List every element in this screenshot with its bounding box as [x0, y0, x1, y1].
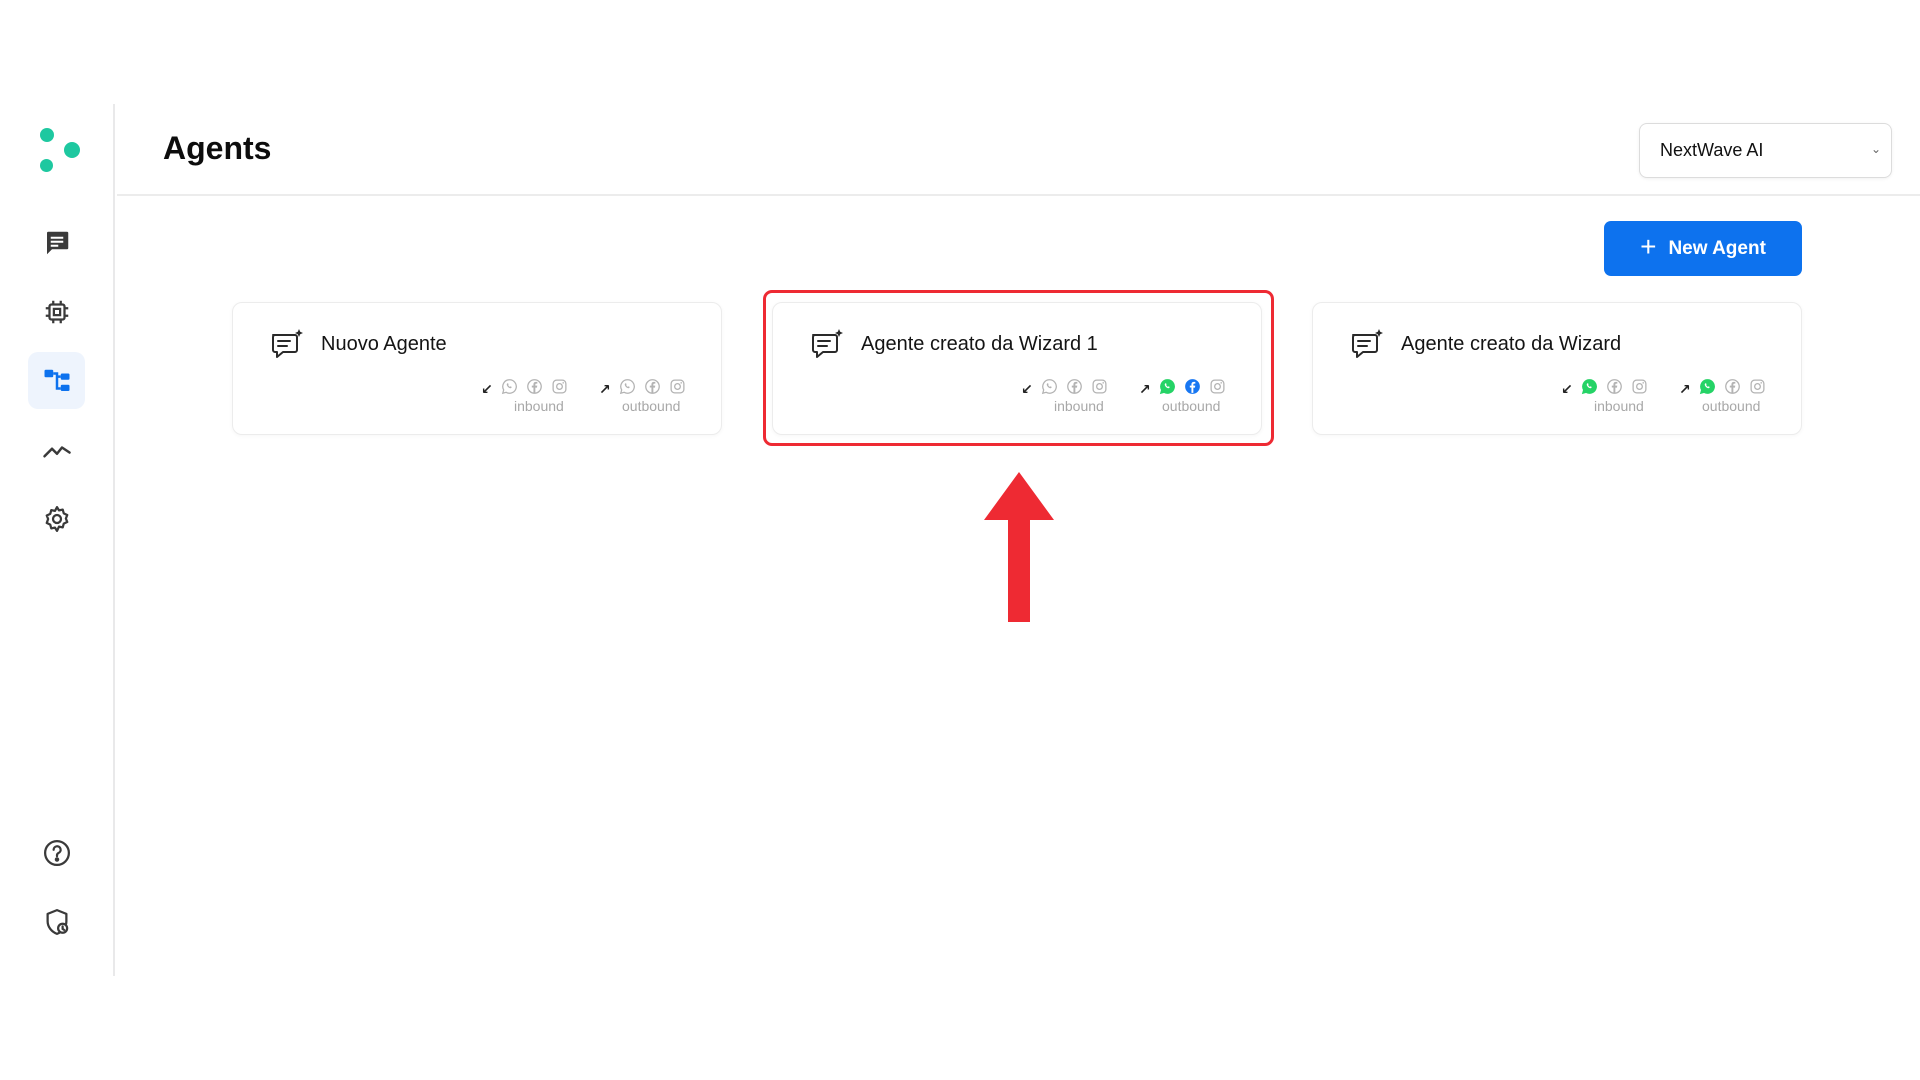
outbound-channels: ↗ outbound [1139, 375, 1239, 415]
new-agent-label: New Agent [1668, 237, 1766, 259]
brand-logo [36, 126, 86, 176]
inbound-channels: ↙ inbound [481, 375, 571, 415]
inbound-arrow-icon: ↙ [1021, 381, 1033, 397]
whatsapp-icon [1581, 378, 1598, 395]
organization-select[interactable]: NextWave AI ⌄ [1639, 123, 1892, 178]
inbound-arrow-icon: ↙ [481, 381, 493, 397]
whatsapp-icon [1041, 378, 1058, 395]
chip-icon [45, 300, 68, 323]
whatsapp-icon [1159, 378, 1176, 395]
instagram-icon [1631, 378, 1648, 395]
gear-icon [45, 505, 68, 532]
help-icon [43, 839, 70, 866]
page-header: Agents NextWave AI ⌄ [117, 104, 1920, 196]
inbound-label: inbound [1054, 398, 1104, 414]
shield-icon [46, 908, 68, 935]
instagram-icon [1749, 378, 1766, 395]
agent-chat-icon [812, 329, 843, 358]
outbound-arrow-icon: ↗ [1139, 381, 1151, 397]
agent-card[interactable]: Agente creato da Wizard ↙ inbound ↗ outb… [1312, 302, 1802, 435]
agent-name: Nuovo Agente [321, 333, 447, 355]
facebook-icon [1184, 378, 1201, 395]
chevron-down-icon: ⌄ [1870, 142, 1881, 156]
facebook-icon [1724, 378, 1741, 395]
new-agent-button[interactable]: + New Agent [1604, 221, 1802, 276]
inbound-channels: ↙ inbound [1021, 375, 1111, 415]
sidebar-item-help[interactable] [28, 824, 85, 881]
sidebar-item-settings[interactable] [28, 490, 85, 547]
outbound-channels: ↗ outbound [599, 375, 699, 415]
outbound-arrow-icon: ↗ [599, 381, 611, 397]
instagram-icon [1091, 378, 1108, 395]
facebook-icon [1606, 378, 1623, 395]
whatsapp-icon [1699, 378, 1716, 395]
analytics-icon [42, 445, 71, 457]
workflow-icon [44, 369, 69, 391]
agent-card[interactable]: Nuovo Agente ↙ inbound ↗ outbound [232, 302, 722, 435]
outbound-label: outbound [1702, 398, 1761, 414]
instagram-icon [669, 378, 686, 395]
outbound-channels: ↗ outbound [1679, 375, 1779, 415]
whatsapp-icon [619, 378, 636, 395]
instagram-icon [551, 378, 568, 395]
outbound-arrow-icon: ↗ [1679, 381, 1691, 397]
page-title: Agents [163, 130, 272, 166]
plus-icon: + [1640, 231, 1657, 262]
inbound-label: inbound [514, 398, 564, 414]
inbound-label: inbound [1594, 398, 1644, 414]
sidebar-item-agents[interactable] [28, 352, 85, 409]
facebook-icon [1066, 378, 1083, 395]
sidebar-item-security[interactable] [28, 893, 85, 950]
facebook-icon [526, 378, 543, 395]
chat-icon [46, 231, 68, 254]
sidebar-item-models[interactable] [28, 283, 85, 340]
red-arrow-annotation [984, 472, 1054, 622]
outbound-label: outbound [1162, 398, 1221, 414]
inbound-channels: ↙ inbound [1561, 375, 1651, 415]
whatsapp-icon [501, 378, 518, 395]
agent-chat-icon [1352, 329, 1383, 358]
facebook-icon [644, 378, 661, 395]
sidebar-item-chats[interactable] [28, 214, 85, 271]
outbound-label: outbound [622, 398, 681, 414]
agent-chat-icon [272, 329, 303, 358]
instagram-icon [1209, 378, 1226, 395]
agent-card[interactable]: Agente creato da Wizard 1 ↙ inbound ↗ ou… [772, 302, 1262, 435]
agent-name: Agente creato da Wizard 1 [861, 333, 1098, 355]
organization-select-value: NextWave AI [1660, 140, 1764, 160]
sidebar-item-analytics[interactable] [28, 421, 85, 478]
agent-name: Agente creato da Wizard [1401, 333, 1622, 355]
sidebar [0, 104, 115, 976]
inbound-arrow-icon: ↙ [1561, 381, 1573, 397]
